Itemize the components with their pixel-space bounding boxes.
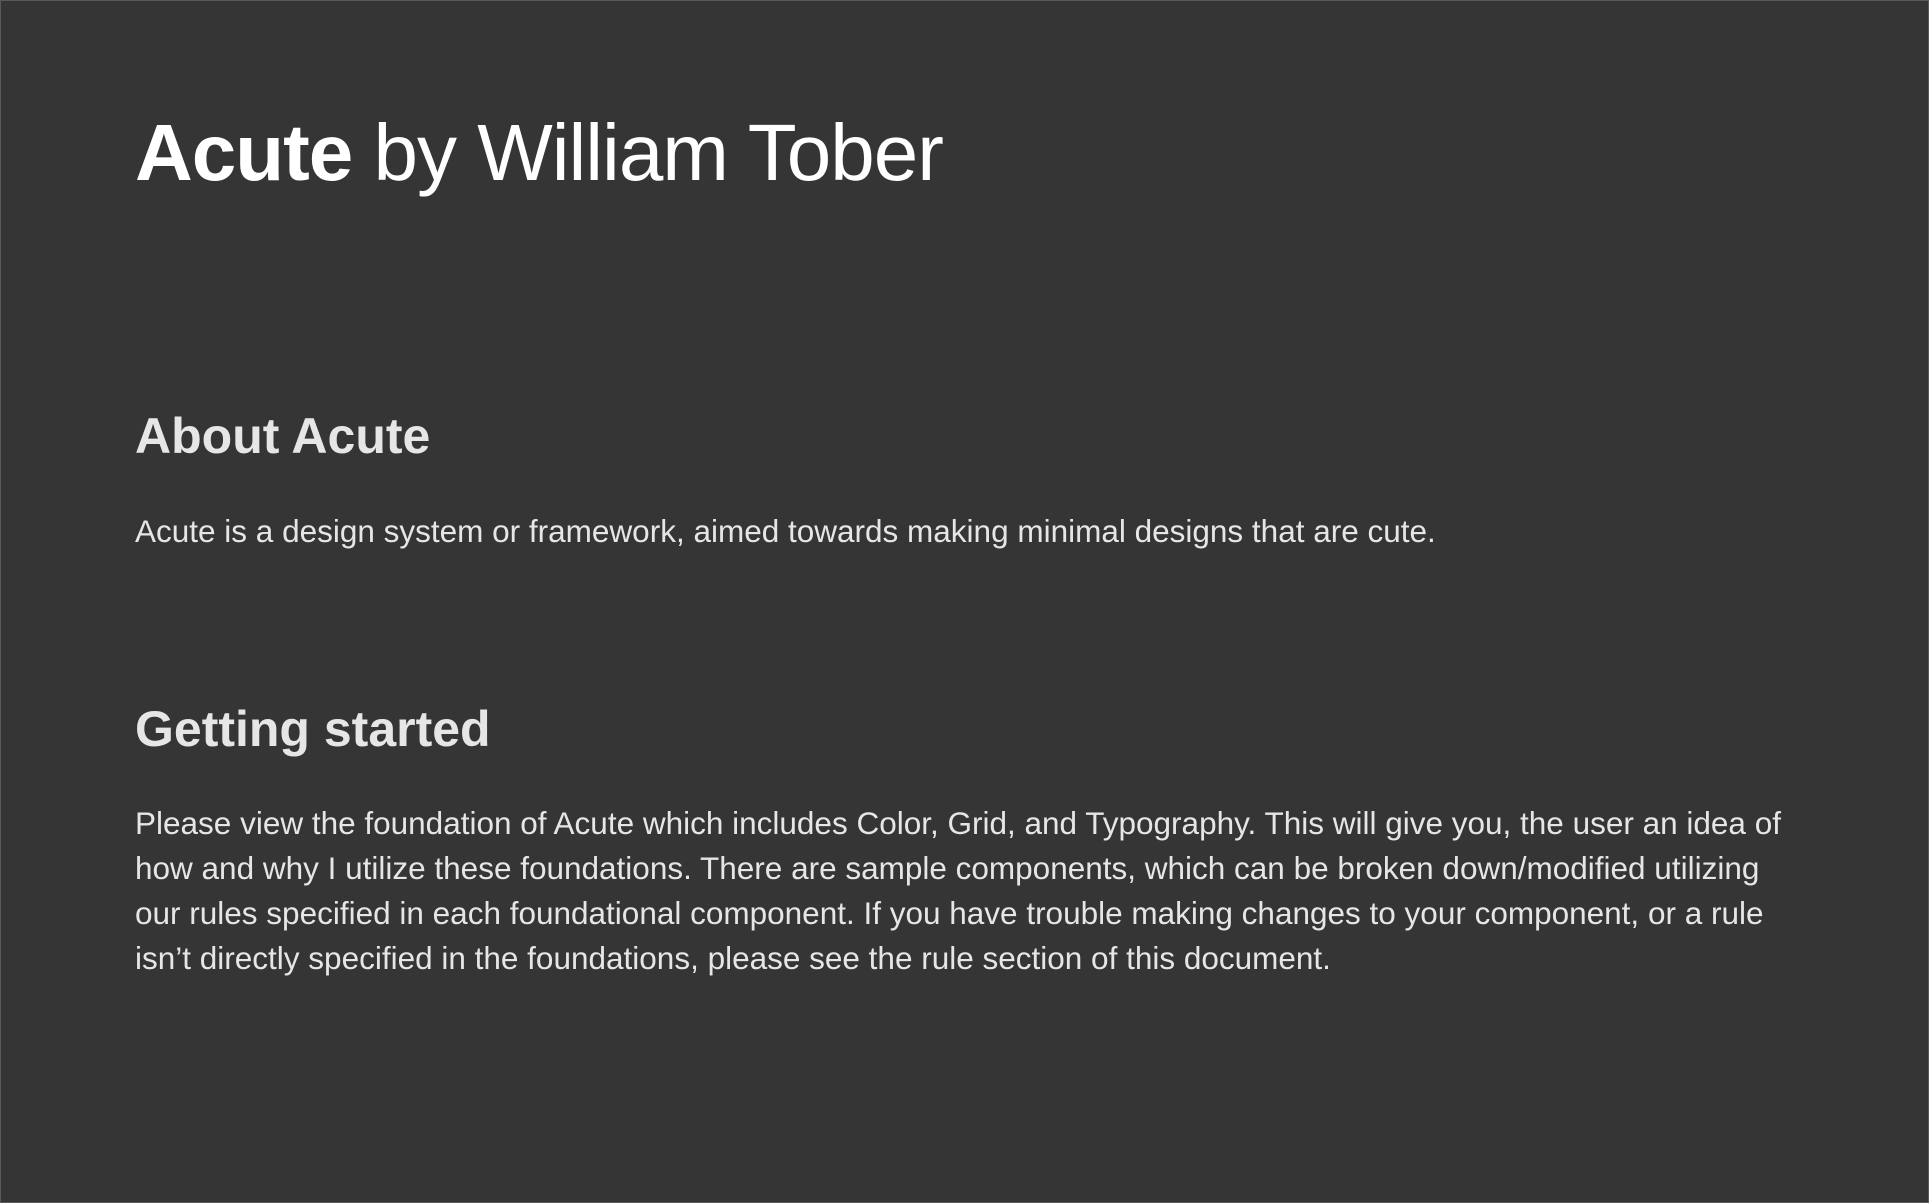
page-title-author: by William Tober [352, 108, 943, 197]
page-title-brand: Acute [135, 108, 353, 197]
document-page: Acute by William Tober About Acute Acute… [0, 0, 1929, 1203]
paragraph-line: isn’t directly specified in the foundati… [135, 940, 1331, 976]
about-heading: About Acute [135, 408, 431, 464]
getting-started-heading: Getting started [135, 701, 491, 757]
paragraph-line: how and why I utilize these foundations.… [135, 850, 1760, 886]
about-paragraph: Acute is a design system or framework, a… [135, 513, 1436, 549]
page-title: Acute by William Tober [135, 105, 944, 201]
getting-started-paragraph: Please view the foundation of Acute whic… [135, 801, 1795, 981]
paragraph-line: Please view the foundation of Acute whic… [135, 805, 1781, 841]
paragraph-line: our rules specified in each foundational… [135, 895, 1764, 931]
